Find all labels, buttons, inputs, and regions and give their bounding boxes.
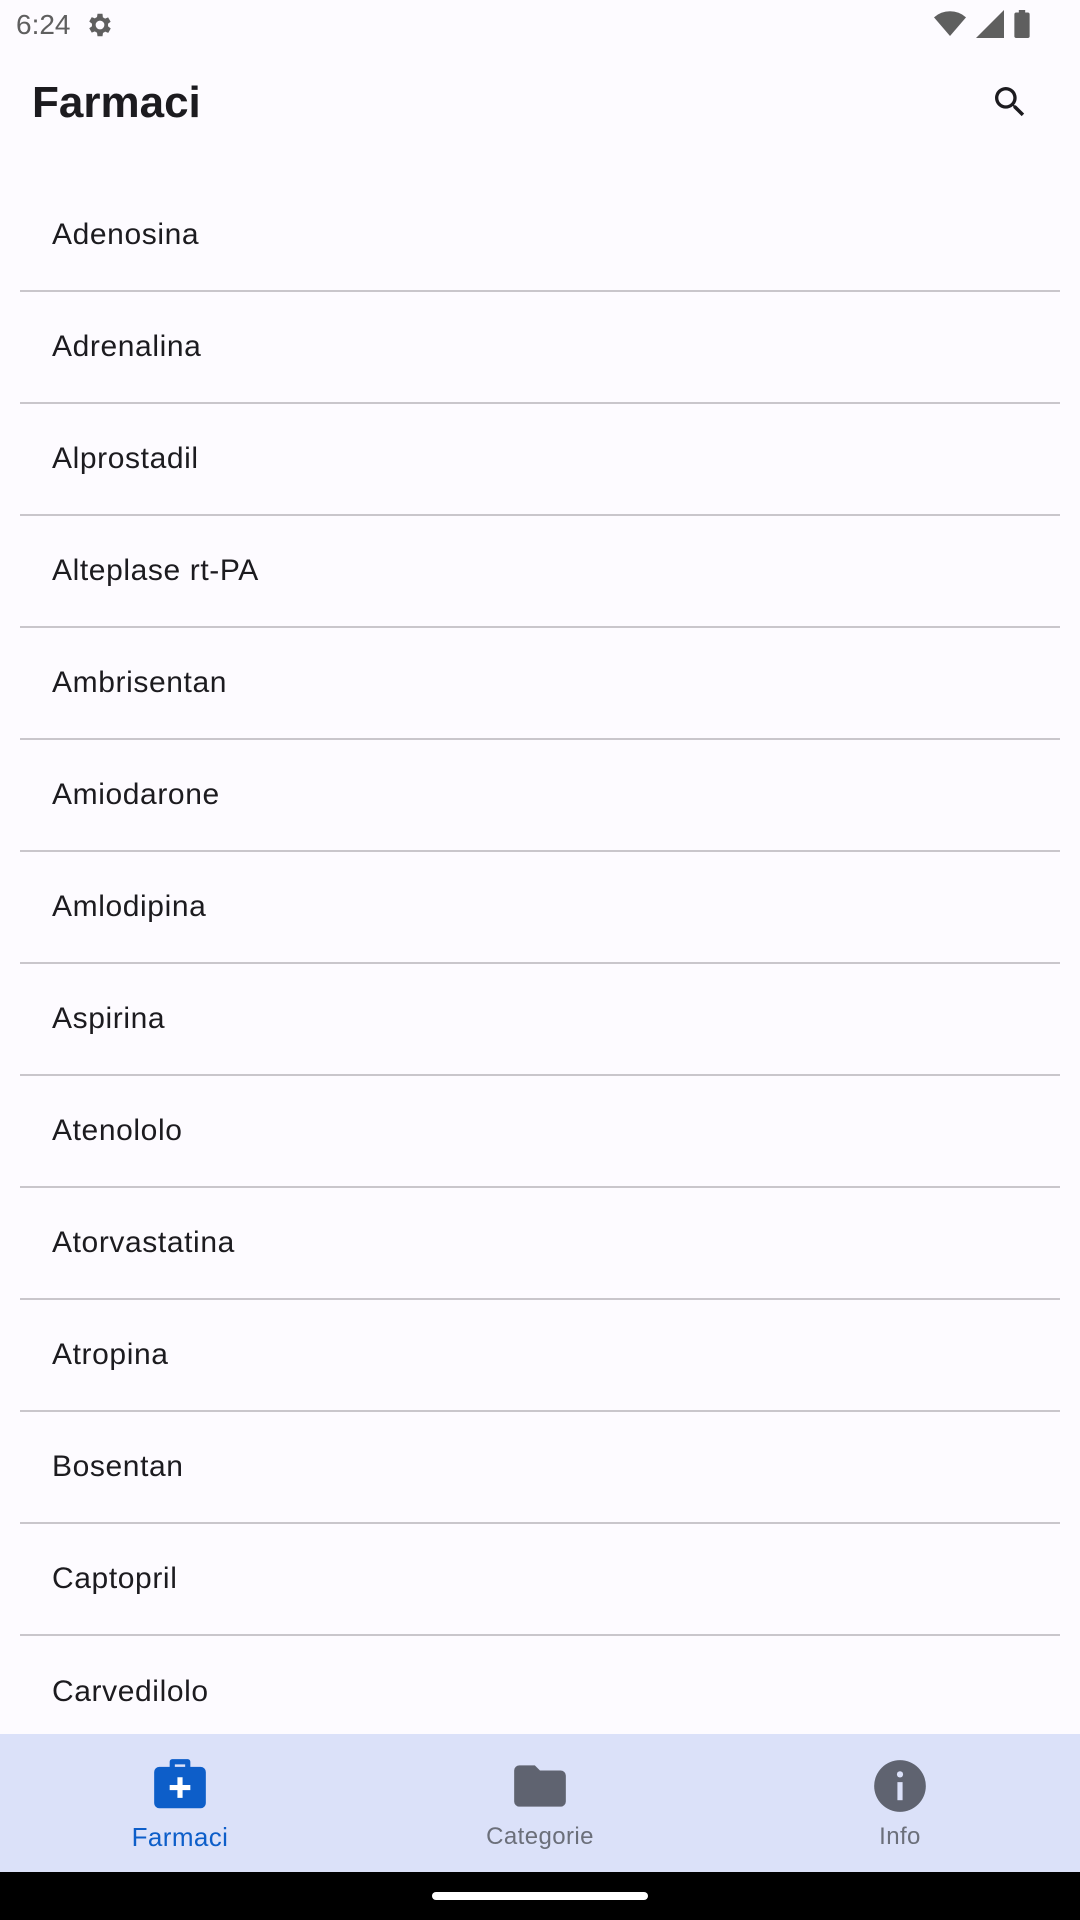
home-handle[interactable] — [432, 1892, 648, 1900]
nav-item-farmaci[interactable]: Farmaci — [0, 1734, 360, 1872]
page-title: Farmaci — [32, 78, 201, 127]
list-item-label: Amlodipina — [52, 890, 207, 923]
bottom-navigation: Farmaci Categorie Info — [0, 1734, 1080, 1872]
battery-icon — [1014, 10, 1030, 43]
list-item[interactable]: Adrenalina — [20, 292, 1060, 404]
nav-label-info: Info — [879, 1823, 921, 1850]
list-item[interactable]: Amiodarone — [20, 740, 1060, 852]
app-bar: Farmaci — [0, 50, 1080, 156]
status-time: 6:24 — [16, 9, 71, 40]
medical-kit-icon — [149, 1754, 211, 1816]
screen: 6:24 Farmaci Adenosina Adrenalina Alprosta… — [0, 0, 1080, 1920]
search-button[interactable] — [980, 74, 1040, 134]
list-item[interactable]: Aspirina — [20, 964, 1060, 1076]
wifi-icon — [934, 10, 966, 43]
list-item[interactable]: Carvedilolo — [20, 1636, 1060, 1734]
list-item-label: Atropina — [52, 1338, 169, 1371]
list-item-label: Ambrisentan — [52, 666, 228, 699]
nav-item-info[interactable]: Info — [720, 1734, 1080, 1872]
list-item-label: Atorvastatina — [52, 1226, 235, 1259]
list-item[interactable]: Alteplase rt-PA — [20, 516, 1060, 628]
system-navigation-bar — [0, 1872, 1080, 1920]
list-item[interactable]: Adenosina — [20, 180, 1060, 292]
list-item[interactable]: Atorvastatina — [20, 1188, 1060, 1300]
list-item-label: Amiodarone — [52, 778, 220, 811]
list-item-label: Bosentan — [52, 1450, 184, 1483]
drug-list: Adenosina Adrenalina Alprostadil Alteplase … — [0, 180, 1080, 1734]
list-item[interactable]: Atenololo — [20, 1076, 1060, 1188]
list-item-label: Adrenalina — [52, 330, 202, 363]
list-item[interactable]: Amlodipina — [20, 852, 1060, 964]
nav-label-farmaci: Farmaci — [131, 1821, 229, 1852]
folder-icon — [509, 1755, 571, 1817]
status-icons — [934, 10, 1030, 43]
nav-label-categorie: Categorie — [486, 1823, 594, 1850]
list-item-label: Aspirina — [52, 1002, 166, 1035]
nav-item-categorie[interactable]: Categorie — [360, 1734, 720, 1872]
signal-icon — [976, 10, 1004, 43]
list-item-label: Alprostadil — [52, 442, 199, 475]
list-item-label: Alteplase rt-PA — [52, 554, 259, 587]
list-item-label: Carvedilolo — [52, 1675, 209, 1708]
list-item-label: Captopril — [52, 1562, 178, 1595]
search-icon — [990, 82, 1030, 127]
list-item-label: Adenosina — [52, 218, 200, 251]
status-bar: 6:24 — [0, 0, 1080, 50]
list-item[interactable]: Alprostadil — [20, 404, 1060, 516]
list-item[interactable]: Ambrisentan — [20, 628, 1060, 740]
info-icon — [869, 1755, 931, 1817]
list-item[interactable]: Captopril — [20, 1524, 1060, 1636]
list-item[interactable]: Bosentan — [20, 1412, 1060, 1524]
gear-icon — [85, 10, 115, 40]
list-item-label: Atenololo — [52, 1114, 183, 1147]
list-item[interactable]: Atropina — [20, 1300, 1060, 1412]
